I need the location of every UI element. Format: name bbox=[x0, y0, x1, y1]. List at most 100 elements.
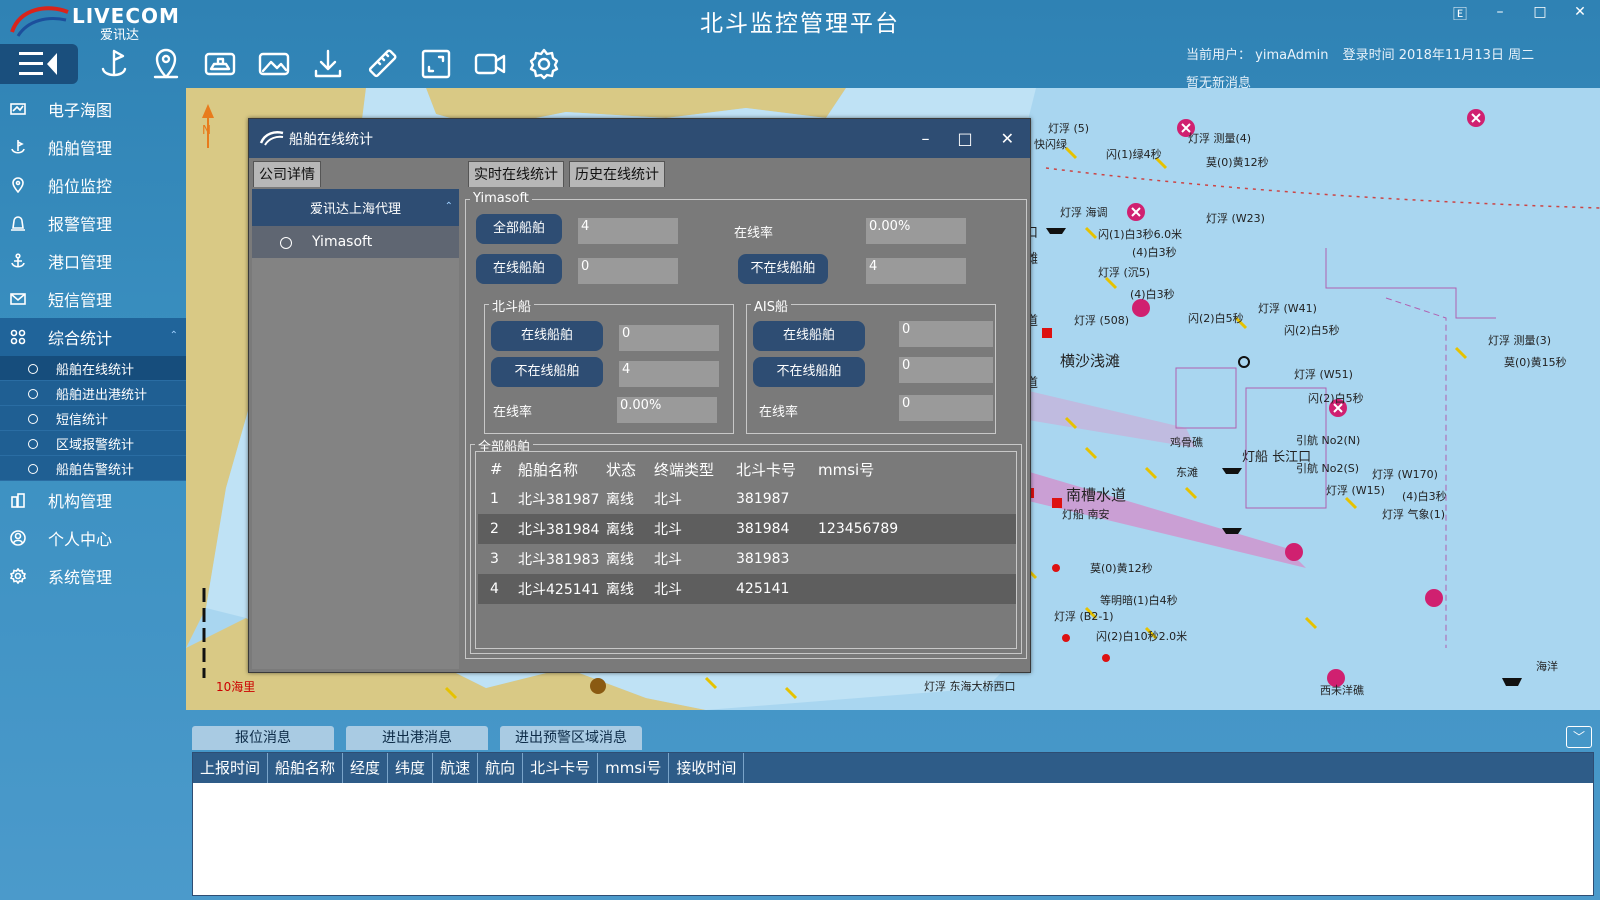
ais-online-button[interactable]: 在线船舶 bbox=[753, 321, 865, 351]
sub-item-ship-online[interactable]: 船舶在线统计 bbox=[0, 356, 186, 381]
col-beidou-card[interactable]: 北斗卡号 bbox=[523, 753, 599, 783]
map-label: 南槽水道 bbox=[1066, 486, 1127, 504]
col-receive-time[interactable]: 接收时间 bbox=[669, 753, 745, 783]
ais-offline-button[interactable]: 不在线船舶 bbox=[753, 357, 865, 387]
sidebar-item-label: 短信管理 bbox=[48, 291, 113, 310]
table-row[interactable]: 2 北斗381984 离线 北斗 381984 123456789 bbox=[478, 514, 1016, 544]
sidebar-item-system[interactable]: 系统管理 bbox=[0, 557, 186, 595]
beidou-rate-label: 在线率 bbox=[493, 405, 533, 420]
fullscreen-tool[interactable] bbox=[416, 46, 456, 82]
online-ships-value: 0 bbox=[578, 258, 678, 284]
sidebar-item-statistics[interactable]: 综合统计 ⌃ bbox=[0, 318, 186, 356]
col-mmsi[interactable]: mmsi号 bbox=[598, 753, 670, 783]
tab-alert-area-messages[interactable]: 进出预警区域消息 bbox=[500, 726, 642, 750]
col-heading[interactable]: 航向 bbox=[478, 753, 524, 783]
cell-index: 1 bbox=[490, 491, 499, 507]
location-tool[interactable] bbox=[146, 46, 186, 82]
minimize-icon[interactable]: – bbox=[1492, 4, 1508, 24]
col-latitude[interactable]: 纬度 bbox=[388, 753, 434, 783]
sidebar-item-sms[interactable]: 短信管理 bbox=[0, 280, 186, 318]
map-label: 闪(2)白5秒 bbox=[1284, 324, 1340, 337]
dialog-minimize-icon[interactable]: – bbox=[921, 129, 929, 148]
sidebar-item-position[interactable]: 船位监控 bbox=[0, 166, 186, 204]
sidebar-item-org[interactable]: 机构管理 bbox=[0, 481, 186, 519]
gear-icon bbox=[9, 567, 27, 585]
tab-position-messages[interactable]: 报位消息 bbox=[192, 726, 334, 750]
beidou-rate-value: 0.00% bbox=[617, 397, 717, 423]
sidebar-item-port[interactable]: 港口管理 bbox=[0, 242, 186, 280]
menu-toggle-button[interactable] bbox=[0, 44, 78, 84]
settings-icon bbox=[529, 48, 559, 80]
dialog-maximize-icon[interactable]: □ bbox=[957, 129, 972, 148]
ship-anchor-tool[interactable] bbox=[94, 46, 134, 82]
location-icon bbox=[10, 177, 26, 194]
table-row[interactable]: 3 北斗381983 离线 北斗 381983 bbox=[478, 544, 1016, 574]
online-ships-button[interactable]: 在线船舶 bbox=[476, 254, 562, 284]
dialog-title-bar[interactable]: 船舶在线统计 – □ ✕ bbox=[249, 119, 1030, 158]
sub-item-ship-alert[interactable]: 船舶告警统计 bbox=[0, 456, 186, 481]
col-longitude[interactable]: 经度 bbox=[343, 753, 389, 783]
beidou-online-button[interactable]: 在线船舶 bbox=[491, 321, 603, 351]
video-tool[interactable] bbox=[470, 46, 510, 82]
sub-item-area-alarm[interactable]: 区域报警统计 bbox=[0, 431, 186, 456]
sub-item-port-inout[interactable]: 船舶进出港统计 bbox=[0, 381, 186, 406]
sidebar-item-label: 电子海图 bbox=[48, 101, 113, 120]
maximize-icon[interactable]: □ bbox=[1532, 4, 1548, 24]
map-label: 灯浮 气象(1) bbox=[1382, 508, 1446, 521]
title-bar: LIVECOM 爱讯达 北斗监控管理平台 🄴 – □ ✕ bbox=[0, 0, 1600, 43]
sub-item-sms-stat[interactable]: 短信统计 bbox=[0, 406, 186, 431]
collapse-panel-button[interactable]: ﹀ bbox=[1566, 726, 1592, 748]
map-label: 灯浮 测量(3) bbox=[1488, 334, 1552, 347]
table-row[interactable]: 4 北斗425141 离线 北斗 425141 bbox=[478, 574, 1016, 604]
tab-port-messages[interactable]: 进出港消息 bbox=[346, 726, 488, 750]
map-label: 灯浮 (W15) bbox=[1326, 484, 1385, 497]
dialog-window-controls: – □ ✕ bbox=[921, 129, 1014, 148]
dialog-logo-icon bbox=[259, 131, 284, 146]
company-sub-node[interactable]: Yimasoft bbox=[252, 226, 459, 258]
col-ship-name[interactable]: 船舶名称 bbox=[268, 753, 344, 783]
ais-online-value: 0 bbox=[899, 321, 993, 347]
beidou-offline-button[interactable]: 不在线船舶 bbox=[491, 357, 603, 387]
col-report-time[interactable]: 上报时间 bbox=[193, 753, 269, 783]
sidebar-item-label: 船位监控 bbox=[48, 177, 113, 196]
ruler-tool[interactable] bbox=[362, 46, 402, 82]
cell-status: 离线 bbox=[606, 582, 634, 598]
sidebar-item-profile[interactable]: 个人中心 bbox=[0, 519, 186, 557]
image-tool[interactable] bbox=[254, 46, 294, 82]
col-beidou-card[interactable]: 北斗卡号 bbox=[736, 459, 818, 480]
tab-company-detail[interactable]: 公司详情 bbox=[253, 161, 321, 187]
col-speed[interactable]: 航速 bbox=[433, 753, 479, 783]
sidebar-item-alarm[interactable]: 报警管理 bbox=[0, 204, 186, 242]
cell-beidou-card: 381987 bbox=[736, 491, 790, 507]
table-row[interactable]: 1 北斗381987 离线 北斗 381987 bbox=[478, 484, 1016, 514]
map-label: 灯浮 东海大桥西口 bbox=[924, 680, 1016, 693]
col-mmsi[interactable]: mmsi号 bbox=[818, 459, 938, 480]
language-icon[interactable]: 🄴 bbox=[1452, 4, 1468, 24]
all-ships-button[interactable]: 全部船舶 bbox=[476, 214, 562, 244]
dialog-close-icon[interactable]: ✕ bbox=[1001, 129, 1014, 148]
ship-image-tool[interactable] bbox=[200, 46, 240, 82]
map-label: 闪(1)绿4秒 bbox=[1106, 148, 1162, 161]
download-tool[interactable] bbox=[308, 46, 348, 82]
sidebar-item-chart[interactable]: 电子海图 bbox=[0, 90, 186, 128]
online-rate-value: 0.00% bbox=[866, 218, 966, 244]
col-status[interactable]: 状态 bbox=[606, 459, 654, 480]
company-name: 爱讯达上海代理 bbox=[309, 202, 401, 217]
map-label: 灯浮 (5) bbox=[1048, 122, 1090, 135]
settings-tool[interactable] bbox=[524, 46, 564, 82]
tab-realtime-stats[interactable]: 实时在线统计 bbox=[468, 161, 564, 187]
map-label: 灯浮 (W170) bbox=[1372, 468, 1438, 481]
map-label: 莫(0)黄12秒 bbox=[1206, 156, 1269, 169]
image-icon bbox=[258, 52, 290, 76]
sidebar: 电子海图 船舶管理 船位监控 报警管理 港口管理 短信管理 综合统计 ⌃ 船舶在… bbox=[0, 90, 186, 595]
company-node[interactable]: 爱讯达上海代理 ⌃ bbox=[252, 189, 459, 226]
sidebar-item-ship[interactable]: 船舶管理 bbox=[0, 128, 186, 166]
mail-icon bbox=[10, 291, 26, 307]
sidebar-item-label: 机构管理 bbox=[48, 492, 113, 511]
col-terminal-type[interactable]: 终端类型 bbox=[654, 459, 736, 480]
offline-ships-button[interactable]: 不在线船舶 bbox=[738, 254, 828, 284]
close-icon[interactable]: ✕ bbox=[1572, 4, 1588, 24]
col-ship-name[interactable]: 船舶名称 bbox=[510, 459, 606, 480]
cell-ship-name: 北斗381984 bbox=[518, 522, 600, 538]
tab-history-stats[interactable]: 历史在线统计 bbox=[569, 161, 665, 187]
